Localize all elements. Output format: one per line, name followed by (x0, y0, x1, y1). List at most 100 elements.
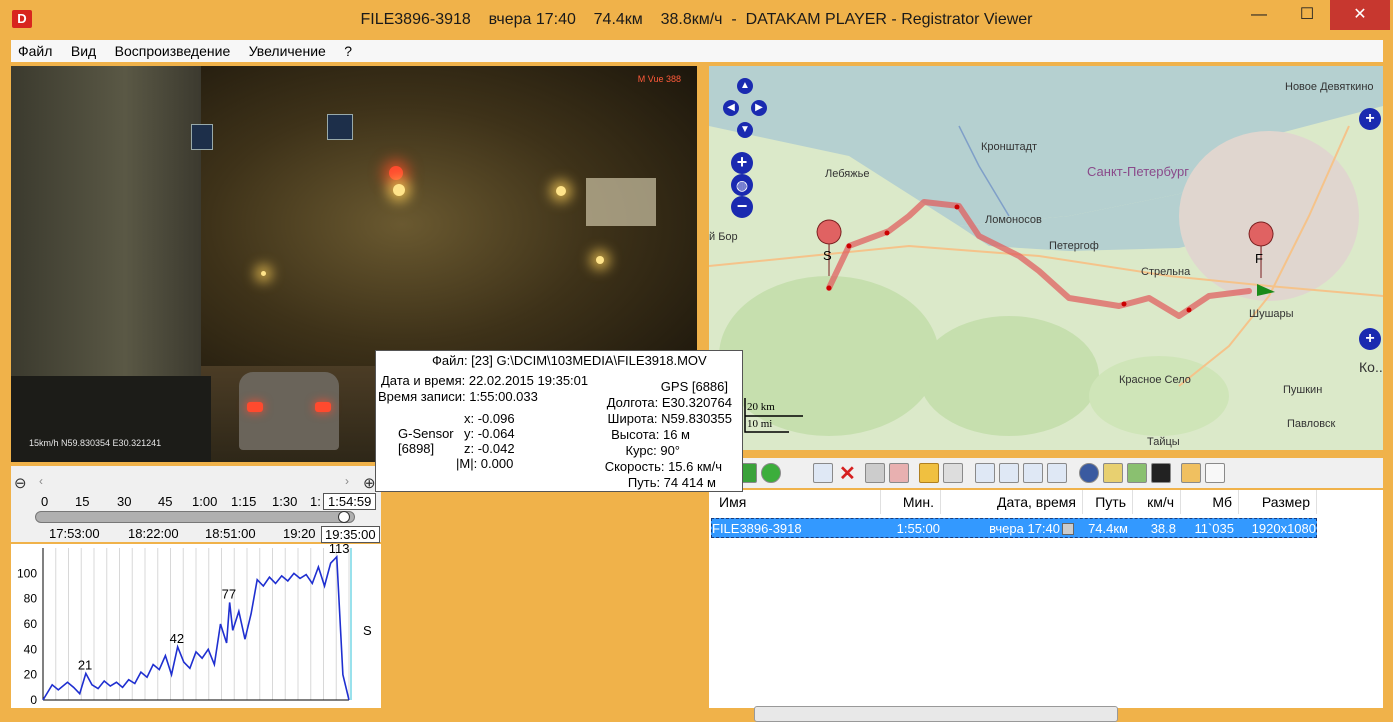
export-icon[interactable] (1127, 463, 1147, 483)
info-longitude: Долгота: E30.320764 (606, 395, 732, 410)
layer-add-icon[interactable]: + (1359, 328, 1381, 350)
timeline-tick-label: 0 (41, 494, 49, 509)
cell-speed: 38.8 (1150, 521, 1176, 536)
close-button[interactable]: ✕ (1330, 0, 1390, 30)
zoom-out-icon[interactable]: ⊖ (14, 474, 27, 492)
timeline-clock-label: 18:51:00 (205, 526, 256, 541)
pan-right-icon[interactable]: ▶ (751, 100, 767, 116)
key-icon[interactable] (919, 463, 939, 483)
timeline-tick-label: 30 (117, 494, 132, 509)
timeline-tick-label: 45 (158, 494, 173, 509)
menu-zoom[interactable]: Увеличение (242, 40, 333, 62)
map-city-area (1179, 131, 1359, 301)
column-header-size[interactable]: Размер (1239, 490, 1317, 514)
column-header-speed[interactable]: км/ч (1133, 490, 1181, 514)
chart-y-tick-label: 100 (17, 566, 37, 580)
document-icon[interactable] (1205, 463, 1225, 483)
map-label: Санкт-Петербург (1087, 164, 1189, 179)
info-gsensor-y: y: -0.064 (464, 426, 515, 441)
cell-min: 1:55:00 (896, 521, 940, 536)
scroll-left-icon[interactable]: ‹ (39, 474, 43, 488)
map-pan-control[interactable]: ▲ ◀ ▶ ▼ (723, 78, 767, 142)
map-zoom-in-icon[interactable]: + (731, 152, 753, 174)
map-label: Кронштадт (981, 141, 1037, 153)
file-table: Имя Мин. Дата, время Путь км/ч Мб Размер… (709, 490, 1383, 708)
column-header-datetime[interactable]: Дата, время (941, 490, 1083, 514)
refresh-icon[interactable] (761, 463, 781, 483)
film-icon[interactable] (1151, 463, 1171, 483)
layer-add-icon[interactable]: + (1359, 108, 1381, 130)
map-label: Лебяжье (825, 168, 869, 180)
map-scale-mi: 10 mi (747, 418, 772, 430)
menu-bar: Файл Вид Воспроизведение Увеличение ? (11, 40, 1383, 62)
info-speed: Скорость: 15.6 км/ч (604, 459, 722, 474)
map-zoom-out-icon[interactable]: − (731, 196, 753, 218)
pan-up-icon[interactable]: ▲ (737, 78, 753, 94)
menu-playback[interactable]: Воспроизведение (108, 40, 238, 62)
traffic-light-red (389, 166, 403, 180)
pan-left-icon[interactable]: ◀ (723, 100, 739, 116)
chart-data-label: 42 (170, 631, 184, 646)
info-course: Курс: 90° (625, 443, 680, 458)
street-lamp-1 (556, 186, 566, 196)
scroll-right-icon[interactable]: › (345, 474, 349, 488)
tools-icon[interactable] (943, 463, 963, 483)
zoom-fit-icon[interactable] (975, 463, 995, 483)
column-header-name[interactable]: Имя (709, 490, 881, 514)
video-truck (11, 66, 201, 426)
chart-y-tick-label: 80 (24, 592, 38, 606)
column-header-min[interactable]: Мин. (881, 490, 941, 514)
info-popup: Файл: [23] G:\DCIM\103MEDIA\FILE3918.MOV… (375, 350, 743, 492)
timeline-panel: ⊖ ‹ › ⊕ 0 15 30 45 1:00 1:15 1:30 1: 1:54:59 17… (11, 466, 381, 543)
medkit-icon[interactable] (889, 463, 909, 483)
chart-icon[interactable] (1103, 463, 1123, 483)
sync-icon[interactable] (1047, 463, 1067, 483)
title-bar: D FILE3896-3918 вчера 17:40 74.4км 38.8к… (0, 0, 1393, 40)
table-row[interactable]: FILE3896-3918 1:55:00 вчера 17:40 74.4км… (711, 518, 1317, 538)
gps-status-icon (1062, 523, 1074, 535)
menu-view[interactable]: Вид (64, 40, 103, 62)
folder-open-icon[interactable] (1181, 463, 1201, 483)
timeline-tick-label: 1:30 (272, 494, 298, 509)
maximize-button[interactable]: ☐ (1284, 0, 1330, 30)
map-scale-km: 20 km (747, 401, 775, 413)
map-label: Павловск (1287, 418, 1335, 430)
road-sign-2 (327, 114, 353, 140)
delete-icon[interactable]: ✕ (839, 461, 856, 486)
save-icon[interactable] (865, 463, 885, 483)
column-header-mb[interactable]: Мб (1181, 490, 1239, 514)
map-label: й Бор (709, 231, 738, 243)
crop-icon[interactable] (999, 463, 1019, 483)
info-latitude: Широта: N59.830355 (607, 411, 732, 426)
map-view[interactable]: S F Новое Девяткино Кронштадт Санкт-Пете… (709, 66, 1383, 450)
timeline-current-duration: 1:54:59 (323, 493, 377, 510)
timeline-track[interactable] (35, 511, 355, 523)
globe-icon[interactable]: ◍ (731, 174, 753, 196)
map-start-marker: S (823, 248, 832, 263)
zoom-in-icon[interactable]: ⊕ (363, 474, 376, 492)
timeline-thumb[interactable] (337, 511, 350, 523)
menu-file[interactable]: Файл (11, 40, 59, 62)
info-gsensor-count: [6898] (398, 441, 435, 456)
map-route-point (1121, 301, 1127, 307)
layers-icon[interactable] (1023, 463, 1043, 483)
car-taillight-right (315, 402, 331, 412)
map-route-point (826, 285, 832, 291)
window-title: FILE3896-3918 вчера 17:40 74.4км 38.8км/… (360, 11, 1033, 28)
copy-icon[interactable] (813, 463, 833, 483)
map-label: Красное Село (1119, 374, 1191, 386)
notification-popup[interactable] (754, 706, 1118, 722)
menu-help[interactable]: ? (337, 40, 359, 62)
chart-data-label: 77 (222, 586, 236, 601)
map-label: Стрельна (1141, 266, 1191, 278)
timeline-tick-label: 1: (310, 494, 321, 509)
chart-y-tick-label: 0 (30, 693, 37, 707)
globe-icon[interactable] (1079, 463, 1099, 483)
chart-y-tick-label: 60 (24, 617, 38, 631)
column-header-path[interactable]: Путь (1083, 490, 1133, 514)
pan-down-icon[interactable]: ▼ (737, 122, 753, 138)
street-lamp-2 (596, 256, 604, 264)
minimize-button[interactable]: — (1236, 0, 1282, 30)
video-truck-wheels (11, 376, 211, 462)
info-gsensor-z: z: -0.042 (464, 441, 515, 456)
